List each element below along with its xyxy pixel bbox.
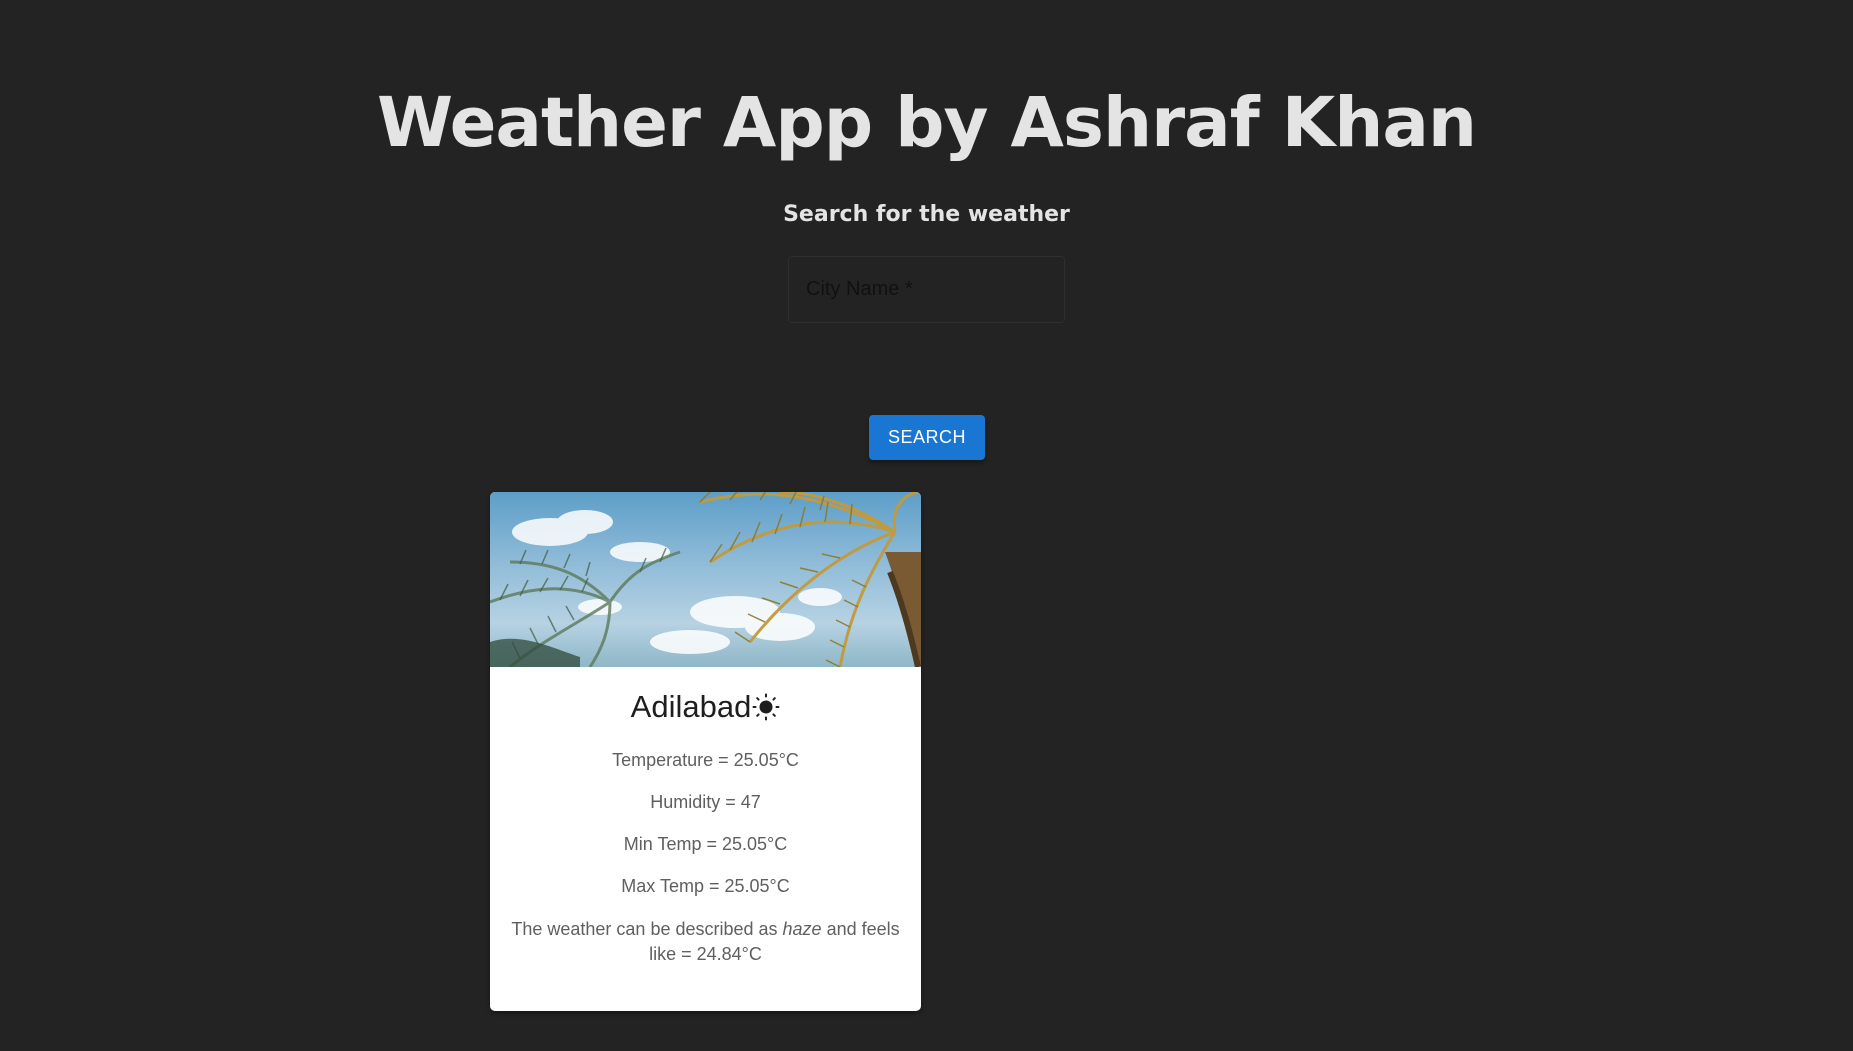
- palm-trees-image: [490, 492, 921, 667]
- description-condition: haze: [782, 919, 822, 939]
- weather-description: The weather can be described as haze and…: [490, 917, 921, 967]
- search-button[interactable]: SEARCH: [869, 415, 985, 460]
- city-heading: Adilabad: [490, 687, 921, 731]
- search-subtitle: Search for the weather: [783, 202, 1070, 227]
- humidity-text: Humidity = 47: [650, 792, 761, 812]
- max-temp-text: Max Temp = 25.05°C: [621, 876, 790, 896]
- city-name-input[interactable]: [789, 257, 1064, 322]
- min-temp-text: Min Temp = 25.05°C: [623, 834, 788, 854]
- palm-trees-illustration: [490, 492, 921, 667]
- page-title: Weather App by Ashraf Khan: [376, 83, 1477, 163]
- city-name: Adilabad: [630, 689, 752, 724]
- weather-card-content: Adilabad Temperature = 25.05°C Humidity …: [490, 687, 921, 967]
- temperature-text: Temperature = 25.05°C: [612, 750, 799, 770]
- description-prefix: The weather can be described as: [511, 919, 783, 939]
- weather-card: Adilabad Temperature = 25.05°C Humidity …: [490, 492, 921, 1011]
- sun-icon: [752, 691, 780, 731]
- city-name-field[interactable]: [788, 256, 1065, 323]
